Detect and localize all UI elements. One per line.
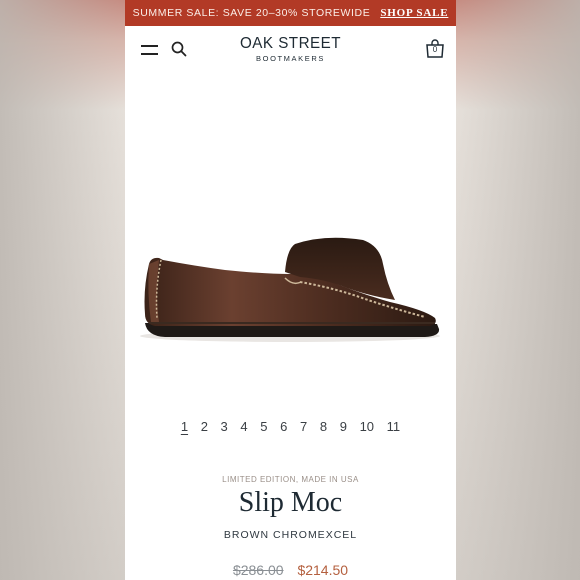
cart-count: 0: [432, 45, 438, 54]
pager-item[interactable]: 11: [387, 419, 401, 434]
sale-price: $214.50: [297, 562, 349, 578]
promo-text: SUMMER SALE: SAVE 20–30% STOREWIDE: [132, 7, 371, 19]
shop-sale-link[interactable]: SHOP SALE: [380, 7, 448, 19]
pager-item[interactable]: 6: [280, 419, 287, 434]
promo-banner: SUMMER SALE: SAVE 20–30% STOREWIDE SHOP …: [125, 0, 456, 26]
logo-main: OAK STREET: [239, 35, 342, 52]
product-title: Slip Moc: [238, 487, 343, 518]
brand-logo[interactable]: OAK STREET BOOTMAKERS: [125, 35, 456, 63]
image-pager: 1 2 3 4 5 6 7 8 9 10 11: [125, 419, 456, 434]
site-header: OAK STREET BOOTMAKERS 0: [125, 26, 456, 74]
pager-item[interactable]: 1: [181, 419, 188, 434]
product-variant: BROWN CHROMEXCEL: [223, 529, 358, 541]
pager-item[interactable]: 10: [360, 419, 374, 434]
product-image[interactable]: [125, 74, 456, 404]
pager-item[interactable]: 7: [300, 419, 307, 434]
pager-item[interactable]: 4: [240, 419, 247, 434]
mobile-page: SUMMER SALE: SAVE 20–30% STOREWIDE SHOP …: [125, 0, 456, 580]
pager-item[interactable]: 2: [201, 419, 208, 434]
logo-sub: BOOTMAKERS: [256, 54, 325, 63]
pager-item[interactable]: 9: [340, 419, 347, 434]
backdrop-left: [0, 0, 125, 580]
edition-label: LIMITED EDITION, MADE IN USA: [222, 475, 359, 484]
backdrop-right: [456, 0, 580, 580]
pager-item[interactable]: 3: [221, 419, 228, 434]
pager-item[interactable]: 8: [320, 419, 327, 434]
pager-item[interactable]: 5: [260, 419, 267, 434]
price-block: $286.00 $214.50: [125, 562, 456, 578]
original-price: $286.00: [232, 562, 284, 578]
